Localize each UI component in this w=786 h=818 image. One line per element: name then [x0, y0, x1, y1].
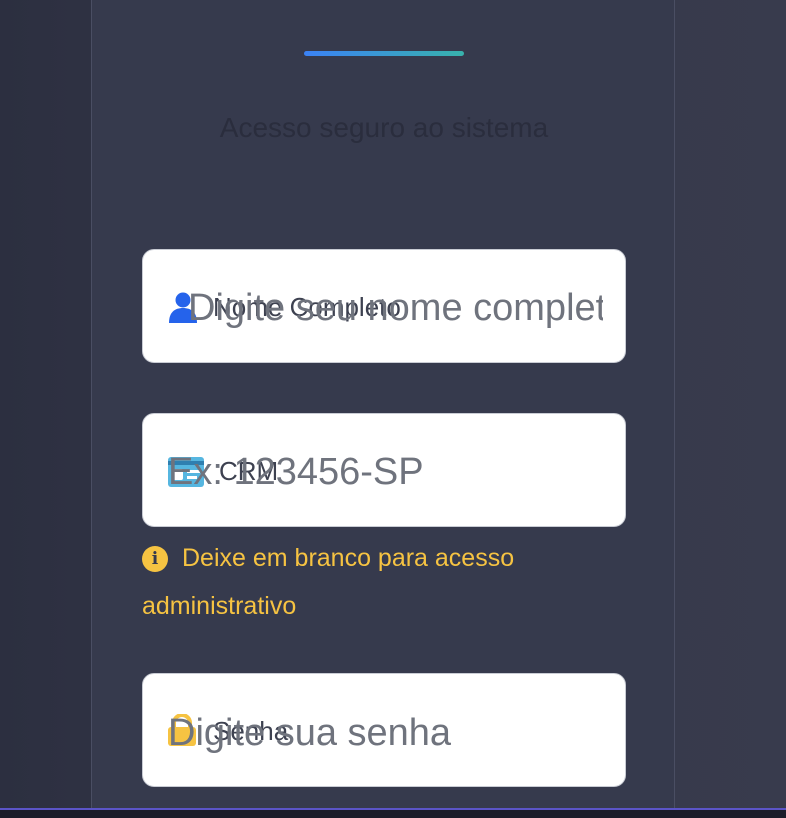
crm-hint: i Deixe em branco para acesso administrat… — [142, 534, 602, 630]
bottom-edge — [0, 808, 786, 818]
accent-divider — [304, 51, 464, 56]
login-page: Acesso seguro ao sistema Nome Completo C… — [0, 0, 786, 818]
name-input[interactable] — [188, 285, 603, 331]
password-field[interactable]: Senha — [142, 673, 626, 787]
crm-hint-text: Deixe em branco para acesso administrati… — [142, 544, 515, 620]
info-icon: i — [142, 546, 168, 572]
page-subtitle: Acesso seguro ao sistema — [219, 112, 549, 143]
password-input[interactable] — [168, 710, 603, 756]
crm-input[interactable] — [168, 449, 603, 495]
crm-field[interactable]: CRM — [142, 413, 626, 527]
name-field[interactable]: Nome Completo — [142, 249, 626, 363]
